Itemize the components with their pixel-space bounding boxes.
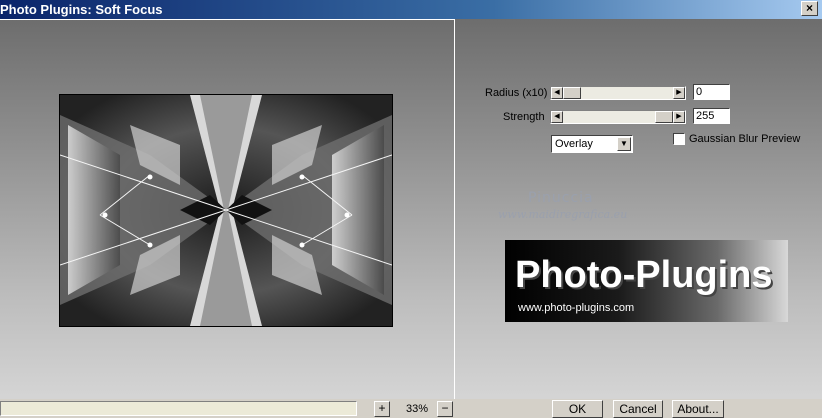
arrow-right-icon[interactable]: ▶ <box>673 111 685 123</box>
blend-mode-value: Overlay <box>555 138 593 150</box>
watermark-url: www.maidiregrafica.eu <box>498 208 628 221</box>
arrow-left-icon[interactable]: ◀ <box>551 111 563 123</box>
status-field <box>0 401 357 416</box>
strength-value-field[interactable]: 255 <box>693 108 730 124</box>
close-button[interactable]: × <box>801 1 818 16</box>
radius-slider[interactable]: ◀ ▶ <box>550 86 686 100</box>
watermark-name: Pinuccia <box>528 190 594 206</box>
gaussian-preview-checkbox[interactable] <box>673 133 685 145</box>
arrow-right-icon[interactable]: ▶ <box>673 87 685 99</box>
preview-image[interactable] <box>59 94 393 327</box>
radius-label: Radius (x10) <box>485 87 548 99</box>
radius-value-field[interactable]: 0 <box>693 84 730 100</box>
close-icon: × <box>805 1 813 15</box>
zoom-level: 33% <box>405 403 429 415</box>
dropdown-arrow-icon[interactable]: ▼ <box>617 137 631 151</box>
logo-text: Photo-Plugins <box>515 254 773 296</box>
arrow-left-icon[interactable]: ◀ <box>551 87 563 99</box>
title-bar: Photo Plugins: Soft Focus × <box>0 0 822 19</box>
cancel-button[interactable]: Cancel <box>613 400 663 418</box>
radius-slider-thumb[interactable] <box>563 87 581 99</box>
kaleidoscope-preview <box>60 95 392 326</box>
strength-label: Strength <box>503 111 545 123</box>
ok-button[interactable]: OK <box>552 400 603 418</box>
blend-mode-select[interactable]: Overlay ▼ <box>551 135 633 153</box>
preview-pane <box>0 19 455 399</box>
photo-plugins-logo: Photo-Plugins www.photo-plugins.com <box>505 240 788 322</box>
about-button[interactable]: About... <box>672 400 724 418</box>
window-title: Photo Plugins: Soft Focus <box>0 2 163 17</box>
strength-slider[interactable]: ◀ ▶ <box>550 110 686 124</box>
logo-url: www.photo-plugins.com <box>518 302 635 314</box>
gaussian-preview-label[interactable]: Gaussian Blur Preview <box>689 133 800 145</box>
zoom-in-button[interactable]: + <box>374 401 390 417</box>
strength-slider-thumb[interactable] <box>655 111 673 123</box>
zoom-out-button[interactable]: − <box>437 401 453 417</box>
